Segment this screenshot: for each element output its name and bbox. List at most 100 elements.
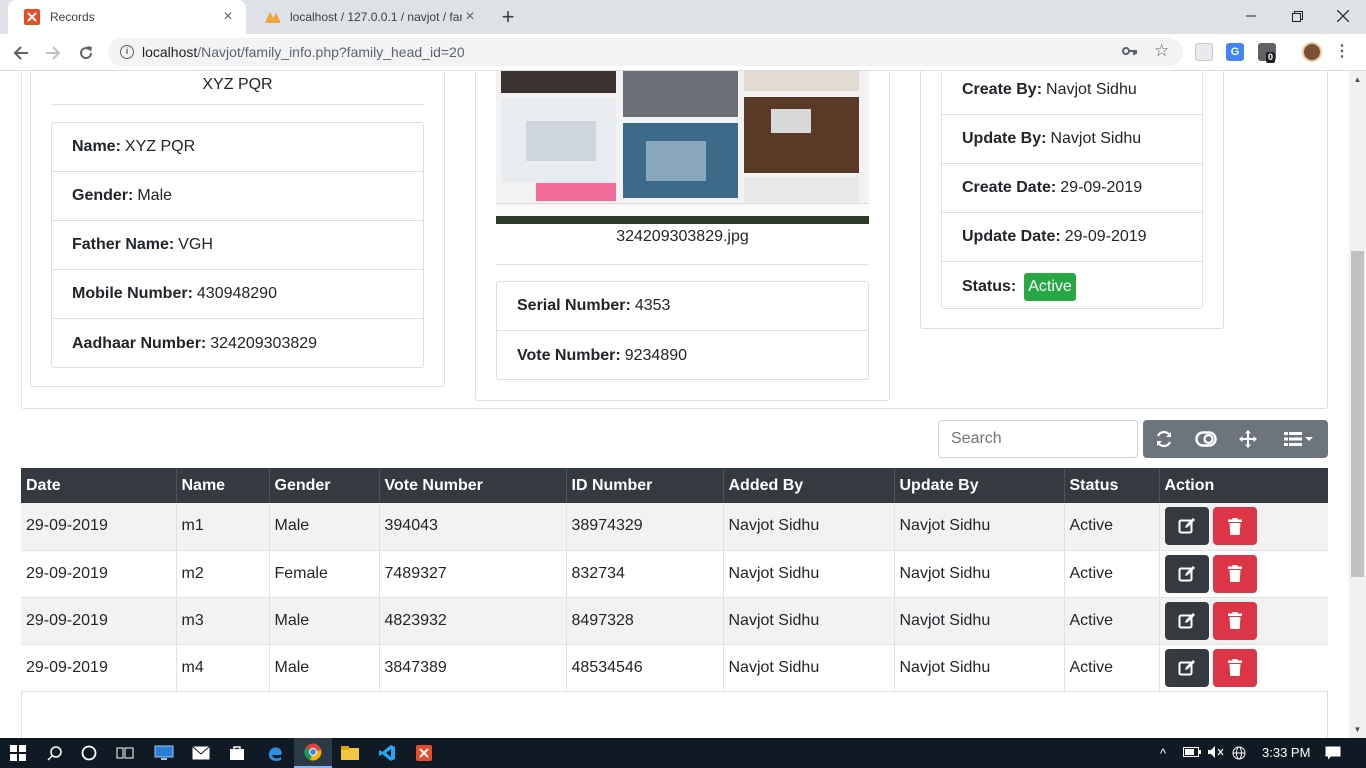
refresh-icon[interactable] [1143, 420, 1185, 458]
field-label: Create By: [962, 81, 1043, 98]
tray-chevron-icon[interactable]: ^ [1160, 746, 1166, 761]
cell-date: 29-09-2019 [21, 503, 177, 551]
fullscreen-icon[interactable] [1227, 420, 1269, 458]
file-explorer-icon[interactable] [332, 738, 368, 768]
language-globe-icon[interactable] [1232, 746, 1246, 763]
browser-toolbar: i localhost/Navjot/family_info.php?famil… [0, 34, 1366, 71]
columns-icon[interactable] [1269, 420, 1328, 458]
scroll-up-icon[interactable]: ▲ [1349, 71, 1366, 88]
volume-muted-icon[interactable] [1208, 746, 1224, 761]
xampp-icon[interactable] [406, 738, 442, 768]
field-label: Status: [962, 277, 1017, 295]
desktop-app-icon[interactable] [146, 738, 182, 768]
cell-date: 29-09-2019 [21, 550, 177, 598]
divider [496, 264, 869, 265]
delete-button[interactable] [1212, 648, 1257, 687]
head-aadhaar-item: Aadhaar Number: 324209303829 [52, 319, 423, 368]
bookmark-star-icon[interactable]: ☆ [1154, 41, 1169, 61]
translate-icon[interactable]: G [1226, 43, 1244, 61]
cell-vote-number: 7489327 [379, 550, 567, 598]
field-value: 29-09-2019 [1060, 179, 1143, 196]
mail-icon[interactable] [184, 738, 218, 768]
cell-action [1159, 644, 1328, 692]
scrollbar-thumb[interactable] [1351, 251, 1364, 577]
page-scrollbar[interactable]: ▲ ▼ [1349, 71, 1366, 738]
site-info-icon[interactable]: i [120, 45, 134, 59]
column-header-vote-number[interactable]: Vote Number [379, 468, 567, 503]
cell-status: Active [1064, 550, 1160, 598]
key-icon[interactable] [1122, 44, 1138, 61]
document-image[interactable] [496, 71, 869, 224]
edit-button[interactable] [1164, 554, 1209, 593]
table-search-input[interactable]: Search [938, 420, 1138, 458]
forward-icon[interactable] [40, 40, 66, 66]
field-value: Navjot Sidhu [1050, 130, 1142, 147]
close-tab-icon[interactable]: × [220, 9, 236, 25]
create-date-item: Create Date: 29-09-2019 [942, 164, 1202, 213]
column-header-gender[interactable]: Gender [269, 468, 380, 503]
reload-icon[interactable] [73, 40, 99, 66]
cell-id-number: 832734 [566, 550, 724, 598]
extension-badge-icon[interactable]: 0 [1258, 43, 1276, 63]
photo-tile [744, 177, 859, 202]
cortana-icon[interactable] [72, 738, 106, 768]
cell-status: Active [1064, 644, 1160, 692]
column-header-update-by[interactable]: Update By [894, 468, 1065, 503]
head-gender-item: Gender: Male [52, 172, 423, 221]
field-label: Update Date: [962, 228, 1061, 245]
tab-phpmyadmin[interactable]: localhost / 127.0.0.1 / navjot / fan × [248, 0, 488, 34]
table-header-row: Date Name Gender Vote Number ID Number A… [21, 468, 1328, 503]
search-icon[interactable] [38, 738, 72, 768]
toggle-icon[interactable] [1185, 420, 1227, 458]
delete-button[interactable] [1212, 601, 1257, 640]
address-bar[interactable]: i localhost/Navjot/family_info.php?famil… [108, 38, 1183, 66]
field-label: Vote Number: [517, 346, 621, 364]
photo-tile [646, 141, 706, 181]
battery-icon[interactable] [1183, 746, 1201, 761]
close-tab-icon[interactable]: × [462, 9, 478, 25]
field-label: Aadhaar Number: [72, 334, 207, 352]
edit-icon [1178, 659, 1195, 675]
store-icon[interactable] [220, 738, 254, 768]
column-header-date[interactable]: Date [21, 468, 177, 503]
field-label: Mobile Number: [72, 285, 193, 302]
clock-time[interactable]: 3:33 PM [1262, 745, 1310, 760]
cell-status: Active [1064, 597, 1160, 645]
cell-update-by: Navjot Sidhu [894, 503, 1065, 551]
edit-button[interactable] [1164, 507, 1209, 546]
column-header-id-number[interactable]: ID Number [566, 468, 724, 503]
close-window-icon[interactable] [1320, 0, 1366, 32]
notifications-icon[interactable] [1325, 746, 1341, 763]
minimize-icon[interactable] [1228, 0, 1274, 32]
delete-button[interactable] [1212, 554, 1257, 593]
head-father-item: Father Name: VGH [52, 221, 423, 270]
restore-icon[interactable] [1274, 0, 1320, 32]
edit-button[interactable] [1164, 648, 1209, 687]
scroll-down-icon[interactable]: ▼ [1349, 721, 1366, 738]
chrome-icon[interactable] [294, 738, 332, 768]
cell-vote-number: 3847389 [379, 644, 567, 692]
status-badge: Active [1024, 272, 1076, 301]
photo-tile [623, 71, 738, 117]
back-icon[interactable] [8, 40, 34, 66]
new-tab-icon[interactable]: + [497, 6, 519, 28]
extension-icon[interactable] [1195, 43, 1213, 61]
delete-button[interactable] [1212, 507, 1257, 546]
tab-records[interactable]: Records × [8, 0, 246, 34]
windows-start-icon[interactable] [0, 738, 36, 768]
profile-avatar[interactable] [1302, 42, 1322, 62]
phpmyadmin-favicon-icon [264, 9, 280, 25]
field-label: Create Date: [962, 179, 1057, 196]
column-header-status[interactable]: Status [1064, 468, 1160, 503]
edge-icon[interactable] [257, 738, 293, 768]
browser-menu-icon[interactable]: ⋮ [1334, 42, 1350, 62]
column-header-added-by[interactable]: Added By [723, 468, 895, 503]
task-view-icon[interactable] [108, 738, 142, 768]
column-header-name[interactable]: Name [176, 468, 270, 503]
update-by-item: Update By: Navjot Sidhu [942, 115, 1202, 164]
vscode-icon[interactable] [369, 738, 405, 768]
cell-gender: Male [269, 503, 380, 551]
table-footer-panel [21, 692, 1328, 738]
edit-button[interactable] [1164, 601, 1209, 640]
members-table: Date Name Gender Vote Number ID Number A… [21, 468, 1328, 692]
